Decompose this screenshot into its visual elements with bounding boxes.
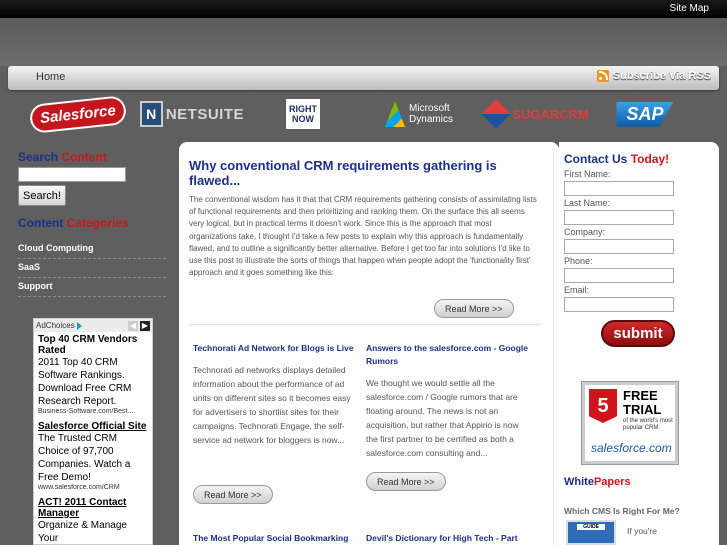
category-item: Cloud Computing [18,240,166,259]
post-card: Answers to the salesforce.com - Google R… [366,342,532,460]
email-label: Email: [564,285,590,295]
post-title[interactable]: Devil's Dictionary for High Tech - Part [366,532,532,545]
ad-item[interactable]: ACT! 2011 Contact Manager Organize & Man… [34,495,152,544]
contact-heading: Contact Us Today! [564,152,670,166]
sap-logo[interactable]: SAP [616,99,674,129]
post-card: Technorati Ad Network for Blogs is Live … [193,342,359,447]
search-button[interactable]: Search! [18,185,66,206]
column-separator [553,152,554,545]
phone-field[interactable] [564,268,674,283]
featured-post-body: The conventional wisdom has it that that… [189,195,537,278]
microsoft-flag-icon [385,101,406,127]
category-link-cloud-computing[interactable]: Cloud Computing [18,243,93,253]
featured-post: Why conventional CRM requirements gather… [189,158,541,279]
category-item: SaaS [18,259,166,278]
whitepapers-heading: WhitePapers [564,476,631,488]
ad-prev-icon[interactable]: ◀ [128,320,138,331]
adchoices-link[interactable]: AdChoices [36,321,82,330]
sugarcrm-cube-icon [481,99,511,129]
whitepaper-excerpt: If you're [627,526,657,536]
phone-label: Phone: [564,256,593,266]
content-area: Search Content Search! Content Categorie… [7,142,720,545]
subscribe-rss-label: Subscribe Via RSS [612,70,711,82]
right-sidebar: Contact Us Today! First Name: Last Name:… [559,142,719,545]
featured-post-title[interactable]: Why conventional CRM requirements gather… [189,158,541,188]
free-trial-banner[interactable]: 5 FREE TRIAL of the world's most popular… [582,382,678,464]
adchoices-icon [76,321,82,330]
post-body: We thought we would settle all the sales… [366,378,519,458]
search-heading: Search Content [18,150,107,164]
trial-badge-icon: 5 [589,389,617,423]
rightnow-logo[interactable]: RIGHT NOW [286,99,320,129]
last-name-field[interactable] [564,210,674,225]
post-body: Technorati ad networks displays detailed… [193,365,351,445]
category-list: Cloud Computing SaaS Support [18,240,168,297]
ad-next-icon[interactable]: ▶ [140,320,150,331]
left-sidebar: Search Content Search! Content Categorie… [18,150,168,297]
top-bar: Site Map [0,0,727,18]
last-name-label: Last Name: [564,198,611,208]
trial-subtitle: of the world's most popular CRM. [623,418,673,431]
company-field[interactable] [564,239,674,254]
categories-heading: Content Categories [18,216,129,230]
post-card: The Most Popular Social Bookmarking [193,532,359,545]
trial-title: FREE TRIAL [623,388,662,417]
divider [189,324,541,325]
salesforce-logo[interactable]: Salesforce [31,96,126,132]
ad-item[interactable]: Top 40 CRM Vendors Rated 2011 Top 40 CRM… [34,332,152,419]
main-content: Why conventional CRM requirements gather… [179,142,559,545]
post-read-more-button[interactable]: Read More >> [193,485,273,504]
category-link-saas[interactable]: SaaS [18,262,40,272]
submit-button[interactable]: submit [601,320,675,347]
subscribe-rss-link[interactable]: Subscribe Via RSS [596,70,711,82]
header-banner [0,18,727,66]
company-label: Company: [564,227,606,237]
featured-read-more-button[interactable]: Read More >> [434,299,514,318]
rss-icon [596,70,609,82]
ad-item[interactable]: Salesforce Official Site The Trusted CRM… [34,419,152,495]
microsoft-dynamics-logo[interactable]: Microsoft Dynamics [376,99,462,129]
first-name-label: First Name: [564,169,611,179]
first-name-field[interactable] [564,181,674,196]
post-title[interactable]: Technorati Ad Network for Blogs is Live [193,342,359,355]
email-field[interactable] [564,297,674,312]
category-link-support[interactable]: Support [18,281,53,291]
post-card: Devil's Dictionary for High Tech - Part [366,532,532,545]
trial-brand: salesforce.com [591,441,672,455]
sugarcrm-logo[interactable]: SUGARCRM [475,99,597,129]
netsuite-logo[interactable]: N NETSUITE [140,99,244,129]
post-read-more-button[interactable]: Read More >> [366,472,446,491]
nav-bar: Home Subscribe Via RSS [8,66,719,90]
vendor-logo-strip: Salesforce N NETSUITE RIGHT NOW Microsof… [0,95,727,137]
post-title[interactable]: Answers to the salesforce.com - Google R… [366,342,532,368]
category-item: Support [18,278,166,297]
ad-header: AdChoices ◀ ▶ [34,319,152,332]
ad-panel: AdChoices ◀ ▶ Top 40 CRM Vendors Rated 2… [33,318,153,545]
whitepaper-thumbnail[interactable]: GUIDE [566,520,616,545]
post-title[interactable]: The Most Popular Social Bookmarking [193,532,359,545]
whitepaper-title[interactable]: Which CMS Is Right For Me? [564,506,680,516]
site-map-link[interactable]: Site Map [670,3,709,14]
nav-home-link[interactable]: Home [36,71,65,83]
search-input[interactable] [18,167,126,182]
